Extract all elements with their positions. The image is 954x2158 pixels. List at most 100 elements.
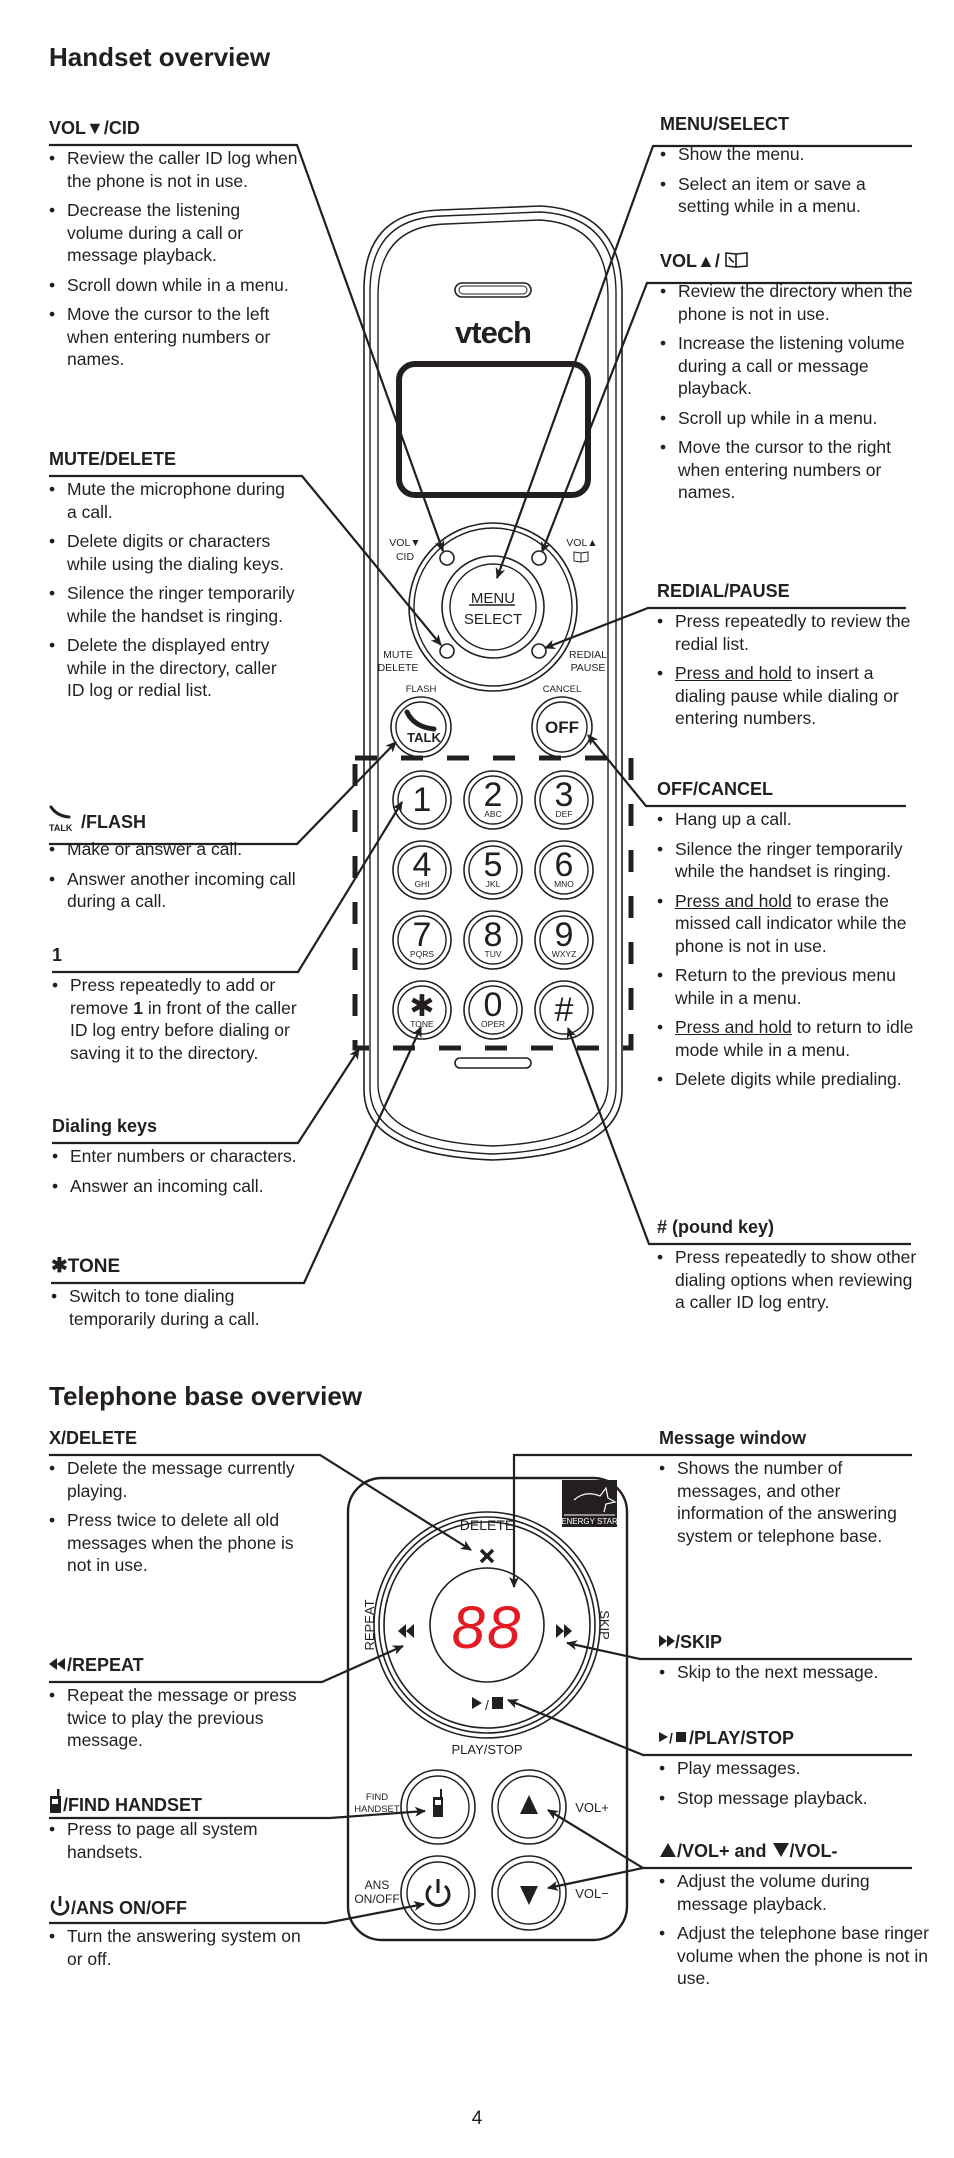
list-item: Review the directory when the phone is n…	[660, 280, 920, 325]
callout-off-cancel: OFF/CANCEL Hang up a call. Silence the r…	[657, 778, 917, 1098]
list-item: Press repeatedly to show other dialing o…	[657, 1246, 919, 1314]
base-label-skip: SKIP	[597, 1610, 612, 1640]
callout-title: Dialing keys	[52, 1116, 158, 1136]
list-item: Stop message playback.	[659, 1787, 929, 1810]
callout-title: 1	[52, 945, 63, 965]
label-vol-down: VOL▼	[389, 537, 420, 549]
callout-menu-select: MENU/SELECT Show the menu. Select an ite…	[660, 113, 920, 225]
list-item: Hang up a call.	[657, 808, 917, 831]
callout-title: ✱TONE	[51, 1255, 121, 1277]
callout-title: VOL▲/	[660, 250, 920, 274]
callout-title: REDIAL/PAUSE	[657, 581, 790, 601]
callout-tone: ✱TONE Switch to tone dialing temporarily…	[51, 1255, 301, 1337]
callout-play-stop: //PLAY/STOP Play messages. Stop message …	[659, 1727, 929, 1816]
brand-logo: vtech	[455, 315, 531, 350]
dial-key-4: 4GHI	[392, 840, 452, 900]
list-item: Make or answer a call.	[49, 838, 299, 861]
callout-redial-pause: REDIAL/PAUSE Press repeatedly to review …	[657, 580, 917, 737]
dial-key-letters: OPER	[481, 1019, 505, 1029]
list-item: Play messages.	[659, 1757, 929, 1780]
base-label-find-1: FIND	[366, 1792, 388, 1803]
nav-ring-outer	[408, 522, 578, 692]
dial-key-letters: WXYZ	[552, 949, 577, 959]
page-number: 4	[471, 2108, 483, 2129]
base-label-delete: DELETE	[460, 1517, 514, 1533]
vol-down-cid-button	[439, 550, 455, 566]
label-cancel: CANCEL	[543, 684, 582, 695]
list-item: Enter numbers or characters.	[52, 1145, 302, 1168]
list-item: Scroll up while in a menu.	[660, 407, 920, 430]
list-item: Press twice to delete all old messages w…	[49, 1509, 319, 1577]
list-item: Silence the ringer temporarily while the…	[657, 838, 917, 883]
callout-title: MUTE/DELETE	[49, 449, 177, 469]
callout-repeat: /REPEAT Repeat the message or press twic…	[49, 1654, 319, 1759]
mute-delete-button	[439, 643, 455, 659]
play-stop-icon: /	[659, 1730, 686, 1746]
repeat-icon	[49, 1658, 65, 1670]
list-item: Switch to tone dialing temporarily durin…	[51, 1285, 301, 1330]
callout-title: Message window	[659, 1428, 807, 1448]
dial-key-9: 9WXYZ	[534, 910, 594, 970]
list-item: Answer another incoming call during a ca…	[49, 868, 299, 913]
dial-key-letters: JKL	[486, 879, 501, 889]
base-label-vol-minus: VOL−	[575, 1886, 609, 1901]
list-item: Delete digits while predialing.	[657, 1068, 917, 1091]
vol-up-directory-button	[531, 550, 547, 566]
label-vol-up: VOL▲	[566, 537, 597, 549]
list-item: Answer an incoming call.	[52, 1175, 302, 1198]
list-item: Press repeatedly to add or remove 1 in f…	[52, 974, 302, 1064]
talk-icon: TALK	[49, 805, 81, 833]
delete-x-icon	[479, 1548, 495, 1564]
callout-title: X/DELETE	[49, 1428, 138, 1448]
label-delete: DELETE	[378, 662, 419, 674]
list-item: Press to page all system handsets.	[49, 1818, 319, 1863]
list-item: Select an item or save a setting while i…	[660, 173, 920, 218]
svg-text:/: /	[485, 1697, 489, 1713]
list-item: Press and hold to return to idle mode wh…	[657, 1016, 917, 1061]
earpiece	[454, 282, 532, 298]
dial-key-letters: DEF	[556, 809, 573, 819]
list-item: Adjust the volume during message playbac…	[659, 1870, 929, 1915]
dial-key-11: 0OPER	[463, 980, 523, 1040]
list-item: Review the caller ID log when the phone …	[49, 147, 299, 192]
callout-vol-directory: VOL▲/ Review the directory when the phon…	[660, 250, 920, 511]
volume-up-triangle-icon	[660, 1843, 676, 1857]
vol-down-triangle-icon	[520, 1886, 538, 1905]
dial-key-2: 2ABC	[463, 770, 523, 830]
microphone-slot	[454, 1057, 532, 1069]
callout-title: /FIND HANDSET	[49, 1788, 319, 1815]
callout-find-handset: /FIND HANDSET Press to page all system h…	[49, 1788, 319, 1870]
list-item: Shows the number of messages, and other …	[659, 1457, 919, 1547]
find-handset-icon	[50, 1789, 61, 1813]
callout-x-delete: X/DELETE Delete the message currently pl…	[49, 1427, 319, 1584]
callout-title: /VOL+ and /VOL-	[659, 1840, 929, 1864]
list-item: Delete the displayed entry while in the …	[49, 634, 299, 702]
callout-title: TALK /FLASH	[49, 805, 299, 833]
callout-title: # (pound key)	[657, 1217, 775, 1237]
base-label-vol-plus: VOL+	[575, 1800, 609, 1815]
callout-message-window: Message window Shows the number of messa…	[659, 1427, 919, 1554]
base-label-repeat: REPEAT	[362, 1599, 377, 1650]
directory-book-icon-small	[573, 551, 589, 563]
callout-dialing-keys: Dialing keys Enter numbers or characters…	[52, 1115, 302, 1204]
dial-key-letters: TUV	[485, 949, 502, 959]
label-redial: REDIAL	[569, 649, 607, 661]
vol-up-triangle-icon	[520, 1795, 538, 1814]
label-pause: PAUSE	[571, 662, 606, 674]
message-window-display: 88	[452, 1594, 523, 1661]
redial-pause-button	[531, 643, 547, 659]
list-item: Turn the answering system on or off.	[49, 1925, 319, 1970]
dial-key-8: 8TUV	[463, 910, 523, 970]
menu-button-inner	[449, 563, 537, 651]
callout-ans-onoff: /ANS ON/OFF Turn the answering system on…	[49, 1895, 319, 1977]
stop-icon	[492, 1697, 503, 1709]
dial-key-letters: ABC	[484, 809, 501, 819]
keypad: 1 2ABC 3DEF 4GHI 5JKL 6MNO 7PQRS 8TUV 9WXYZ ✱TONE…	[392, 770, 594, 1040]
directory-book-icon	[725, 252, 748, 268]
energy-star-label: ENERGY STAR	[561, 1517, 618, 1526]
dial-key-digit: 1	[413, 781, 432, 819]
label-mute: MUTE	[383, 649, 413, 661]
list-item: Press repeatedly to review the redial li…	[657, 610, 917, 655]
list-item: Adjust the telephone base ringer volume …	[659, 1922, 929, 1990]
dial-key-letters: TONE	[410, 1019, 434, 1029]
